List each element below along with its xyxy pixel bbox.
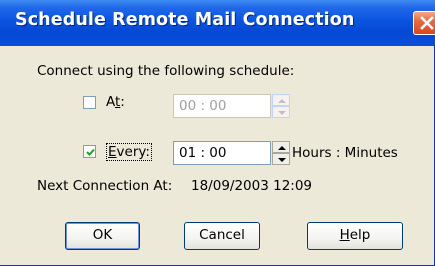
every-time-input[interactable]: 01 : 00 — [173, 141, 271, 165]
title-bar[interactable]: Schedule Remote Mail Connection — [0, 0, 435, 46]
schedule-prompt: Connect using the following schedule: — [37, 63, 295, 79]
at-time-input[interactable]: 00 : 00 — [173, 94, 271, 118]
help-button[interactable]: Help — [307, 222, 403, 250]
window-title: Schedule Remote Mail Connection — [15, 10, 355, 30]
at-time-spinner[interactable] — [272, 94, 290, 118]
every-spin-up[interactable] — [272, 141, 290, 153]
every-units-label: Hours : Minutes — [292, 145, 398, 161]
close-icon — [420, 16, 434, 30]
every-checkbox[interactable] — [83, 145, 96, 158]
every-time-spinner[interactable] — [272, 141, 290, 165]
checkmark-icon — [86, 148, 95, 156]
at-spin-up[interactable] — [272, 94, 290, 106]
spin-down-icon — [278, 111, 286, 115]
next-connection-value: 18/09/2003 12:09 — [191, 178, 313, 194]
dialog-window: Schedule Remote Mail Connection Connect … — [0, 0, 435, 266]
cancel-button[interactable]: Cancel — [184, 222, 260, 250]
spin-down-icon — [278, 158, 286, 162]
every-spin-down[interactable] — [272, 153, 290, 165]
at-label: At: — [106, 94, 125, 110]
next-connection-label: Next Connection At: — [37, 178, 173, 194]
ok-button[interactable]: OK — [65, 222, 140, 250]
every-label: Every: — [106, 143, 152, 161]
at-spin-down[interactable] — [272, 106, 290, 118]
spin-up-icon — [278, 146, 286, 150]
at-checkbox[interactable] — [83, 96, 96, 109]
spin-up-icon — [278, 99, 286, 103]
close-button[interactable] — [413, 11, 435, 35]
